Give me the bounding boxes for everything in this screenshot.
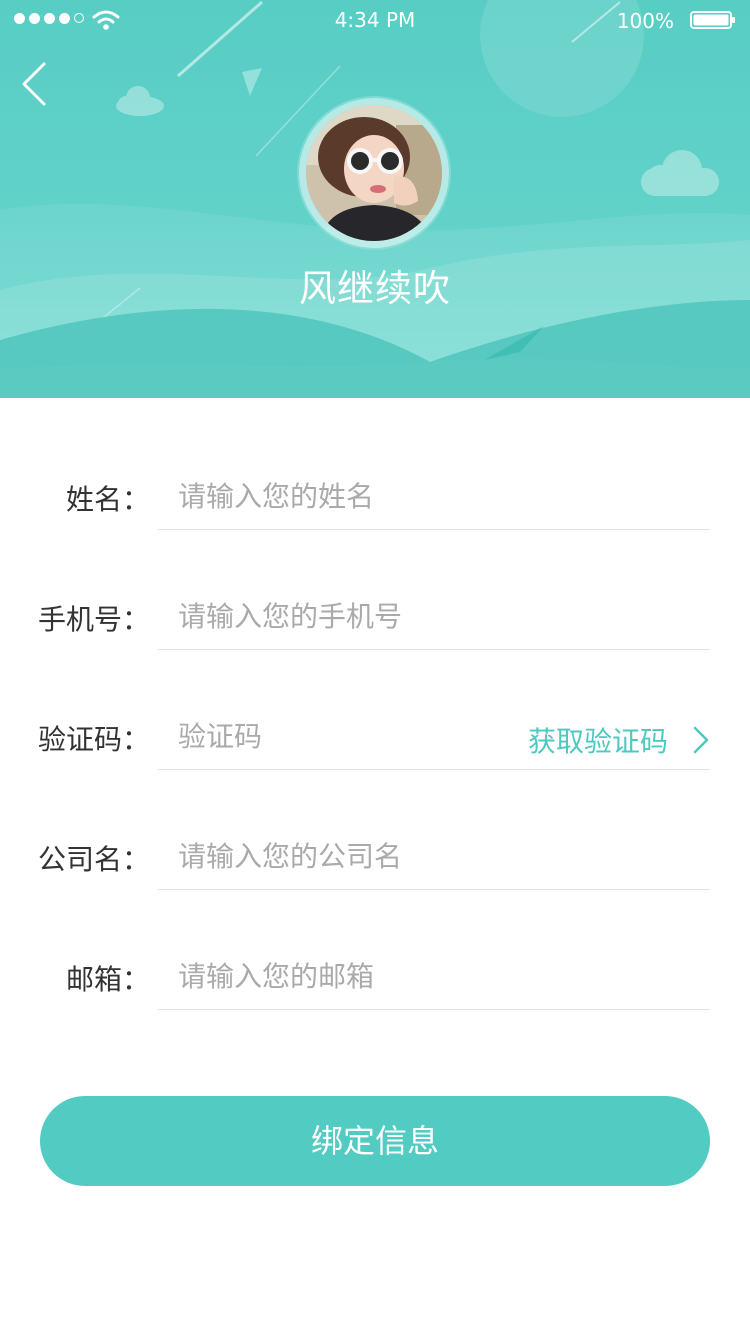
avatar-photo xyxy=(306,105,442,241)
phone-label: 手机号： xyxy=(37,603,150,636)
name-label: 姓名： xyxy=(65,483,150,516)
phone-row: 手机号： xyxy=(0,518,750,650)
code-row: 验证码： 获取验证码 xyxy=(0,638,750,770)
email-label: 邮箱： xyxy=(65,963,150,996)
company-row: 公司名： xyxy=(0,758,750,890)
company-label: 公司名： xyxy=(37,843,150,876)
email-row: 邮箱： xyxy=(0,878,750,1010)
name-row: 姓名： xyxy=(0,398,750,530)
battery-percentage: 100% xyxy=(616,9,674,33)
get-code-label: 获取验证码 xyxy=(527,725,668,758)
chevron-left-icon xyxy=(22,62,46,106)
avatar-frame[interactable] xyxy=(299,98,449,248)
bind-info-button[interactable]: 绑定信息 xyxy=(40,1096,710,1186)
username: 风继续吹 xyxy=(299,267,451,310)
code-label: 验证码： xyxy=(37,723,150,756)
avatar xyxy=(306,105,442,241)
battery-icon xyxy=(690,11,735,29)
status-bar: 4:34 PM 100% xyxy=(0,0,750,40)
get-code-button[interactable]: 获取验证码 xyxy=(528,720,710,760)
profile-header: 4:34 PM 100% 风继续吹 xyxy=(0,0,750,398)
back-button[interactable] xyxy=(14,58,58,110)
chevron-right-icon xyxy=(693,726,709,754)
email-input[interactable] xyxy=(158,944,710,1010)
bind-info-screen: 4:34 PM 100% 风继续吹 姓名： 请输入您的姓名 手机号： 请输入您的… xyxy=(0,0,750,1334)
